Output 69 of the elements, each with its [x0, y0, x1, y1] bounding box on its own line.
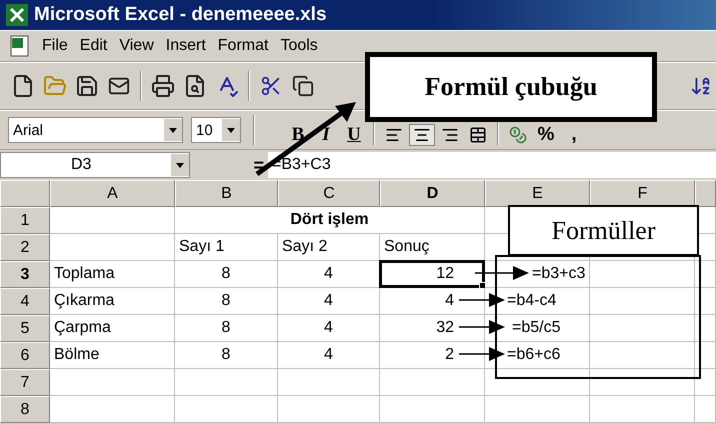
- formula-text: =b5/c5: [512, 318, 560, 336]
- table-cell: 32: [380, 315, 485, 342]
- table-cell: 8: [175, 261, 278, 288]
- corner-header[interactable]: [0, 180, 50, 207]
- row-header[interactable]: 6: [0, 342, 50, 369]
- align-center-icon[interactable]: [409, 124, 435, 146]
- row-header[interactable]: 4: [0, 288, 50, 315]
- table-cell: Çarpma: [50, 315, 175, 342]
- column-header[interactable]: C: [278, 180, 380, 207]
- column-header[interactable]: A: [50, 180, 175, 207]
- row-header[interactable]: 1: [0, 207, 50, 234]
- font-field[interactable]: Arial: [8, 117, 183, 143]
- column-heading: Sayı 1: [175, 234, 278, 261]
- column-header[interactable]: B: [175, 180, 278, 207]
- formula-text: =b4-c4: [507, 292, 556, 310]
- row-header[interactable]: 7: [0, 369, 50, 396]
- table-cell: Toplama: [50, 261, 175, 288]
- formula-bar-callout: Formül çubuğu: [365, 52, 657, 122]
- row-header[interactable]: 5: [0, 315, 50, 342]
- style-button[interactable]: %: [533, 124, 559, 146]
- underline-button[interactable]: U: [341, 124, 367, 146]
- table-cell: 4: [278, 342, 380, 369]
- column-heading: Sayı 2: [278, 234, 380, 261]
- table-cell: 4: [278, 288, 380, 315]
- formula-text: =b6+c6: [507, 346, 560, 364]
- menu-item[interactable]: Edit: [74, 37, 114, 55]
- table-cell: [695, 396, 716, 423]
- table-cell: 4: [278, 315, 380, 342]
- spreadsheet-icon: [6, 4, 28, 26]
- row-header[interactable]: 3: [0, 261, 50, 288]
- formulas-callout: Formüller: [508, 205, 699, 256]
- table-cell: 12: [380, 261, 485, 288]
- name-box[interactable]: D3: [0, 152, 190, 178]
- menu-item[interactable]: File: [36, 37, 74, 55]
- bold-button[interactable]: B: [285, 124, 311, 146]
- table-cell: [695, 288, 716, 315]
- table-cell: [695, 369, 716, 396]
- style-button[interactable]: ,: [561, 124, 587, 146]
- dropdown-button[interactable]: [222, 119, 240, 141]
- column-heading: Sonuç: [380, 234, 485, 261]
- table-cell: 8: [175, 288, 278, 315]
- column-header[interactable]: E: [485, 180, 590, 207]
- table-cell: [695, 261, 716, 288]
- row-header[interactable]: 8: [0, 396, 50, 423]
- row-header[interactable]: 2: [0, 234, 50, 261]
- table-cell: Çıkarma: [50, 288, 175, 315]
- italic-button[interactable]: I: [313, 124, 339, 146]
- window-title: Microsoft Excel - denemeeee.xls: [34, 4, 327, 26]
- menu-item[interactable]: Format: [212, 37, 274, 55]
- column-header[interactable]: F: [590, 180, 695, 207]
- table-cell: Bölme: [50, 342, 175, 369]
- menu-item[interactable]: View: [113, 37, 160, 55]
- dropdown-button[interactable]: [164, 119, 182, 141]
- table-cell: 8: [175, 315, 278, 342]
- formula-text: =b3+c3: [532, 264, 586, 282]
- menu-item[interactable]: Insert: [160, 37, 212, 55]
- menu-item[interactable]: Tools: [274, 37, 324, 55]
- table-cell: 4: [380, 288, 485, 315]
- table-cell: 4: [278, 261, 380, 288]
- table-cell: [695, 315, 716, 342]
- font-size-field[interactable]: 10: [191, 117, 241, 143]
- table-title: Dört işlem: [175, 207, 485, 234]
- table-cell: 2: [380, 342, 485, 369]
- column-header[interactable]: [695, 180, 716, 207]
- table-cell: 8: [175, 342, 278, 369]
- column-header[interactable]: D: [380, 180, 485, 207]
- table-cell: [695, 342, 716, 369]
- formula-field[interactable]: =B3+C3: [268, 152, 716, 178]
- dropdown-button[interactable]: [171, 154, 189, 176]
